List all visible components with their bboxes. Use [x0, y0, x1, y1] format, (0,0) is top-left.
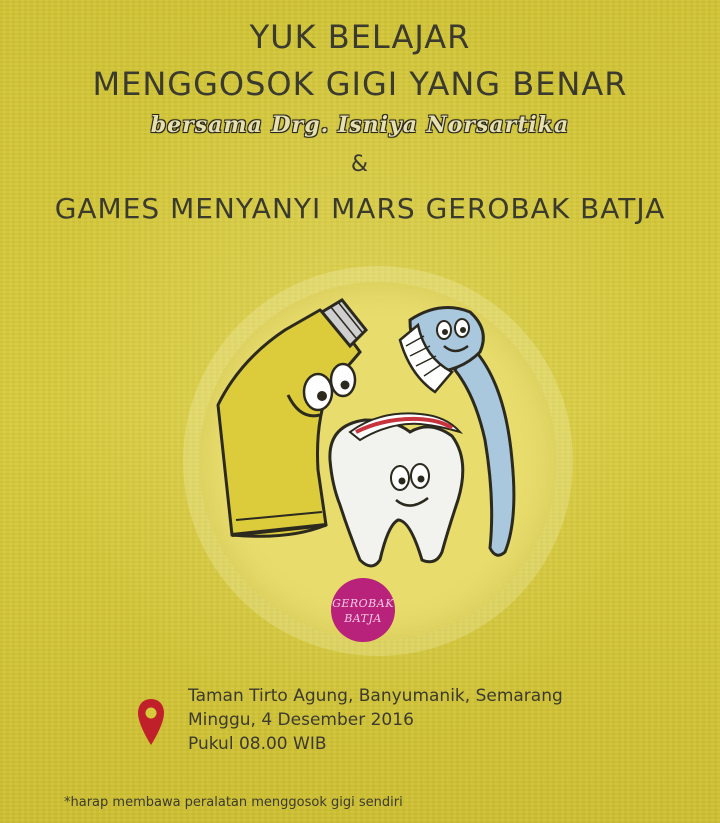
event-time: Pukul 08.00 WIB: [188, 734, 327, 754]
logo-line-2: BATJA: [344, 612, 382, 625]
bring-equipment-note: *harap membawa peralatan menggosok gigi …: [64, 795, 403, 810]
event-location: Taman Tirto Agung, Banyumanik, Semarang: [188, 686, 563, 706]
logo-line-1: GEROBAK: [332, 597, 394, 610]
location-pin-icon: [138, 699, 164, 745]
gerobak-batja-logo: GEROBAK BATJA: [331, 578, 395, 642]
event-date: Minggu, 4 Desember 2016: [188, 710, 414, 730]
tooth-illustration: [328, 412, 465, 568]
